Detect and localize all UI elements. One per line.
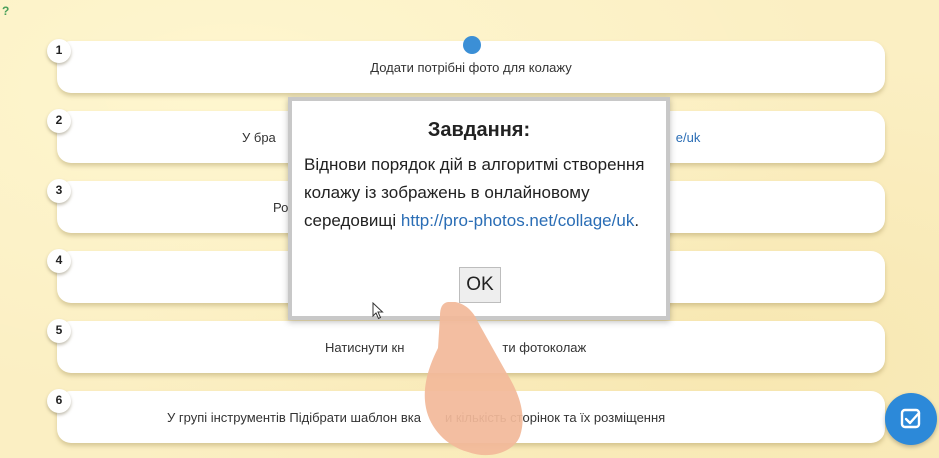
dialog-text-end: . <box>634 211 640 230</box>
step-text: У бра <box>242 129 276 145</box>
check-answer-button[interactable] <box>885 393 937 445</box>
step-number: 4 <box>47 249 71 273</box>
dialog-link[interactable]: http://pro-photos.net/collage/uk <box>401 211 634 230</box>
step-text-left: У групі інструментів Підібрати шаблон вк… <box>167 409 421 425</box>
pointing-hand-icon <box>424 302 523 456</box>
ok-button[interactable]: OK <box>459 267 501 303</box>
step-number: 1 <box>47 39 71 63</box>
check-square-icon <box>900 408 921 429</box>
step-number: 2 <box>47 109 71 133</box>
step-number: 6 <box>47 389 71 413</box>
task-dialog: Завдання: Віднови порядок дій в алгоритм… <box>288 97 670 320</box>
step-text: Ро <box>273 199 289 215</box>
step-number: 5 <box>47 319 71 343</box>
drag-handle-dot[interactable] <box>463 36 481 54</box>
dialog-title: Завдання: <box>427 119 531 141</box>
step-text-left: Натиснути кн <box>325 339 405 355</box>
step-number: 3 <box>47 179 71 203</box>
dialog-body: Віднови порядок дій в алгоритмі створенн… <box>304 151 654 235</box>
mouse-cursor-icon <box>372 302 384 320</box>
step-link-text: e/uk <box>675 129 701 145</box>
step-text: Додати потрібні фото для колажу <box>370 59 572 75</box>
